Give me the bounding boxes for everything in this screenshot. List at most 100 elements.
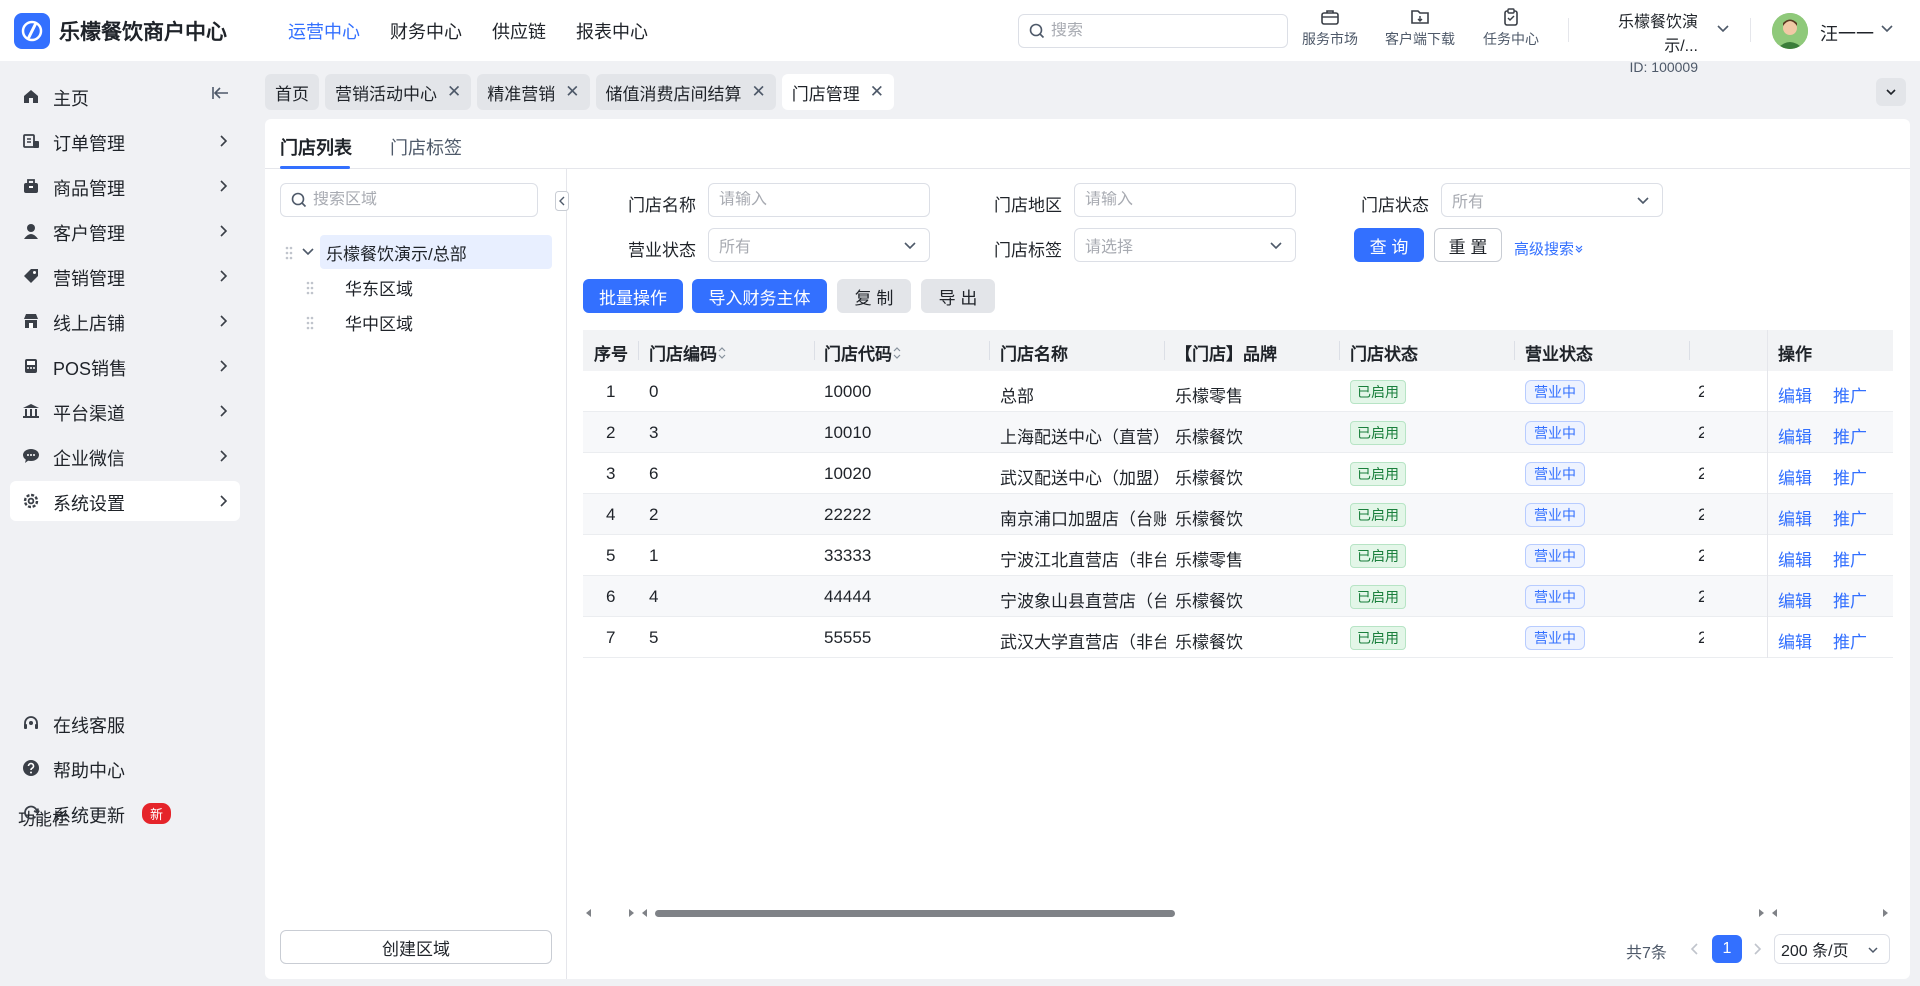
promote-link[interactable]: 推广 <box>1833 382 1867 407</box>
merchant-switcher[interactable]: 乐檬餐饮演示/... ID: 100009 <box>1586 8 1698 75</box>
edit-link[interactable]: 编辑 <box>1778 423 1812 448</box>
drag-handle-icon[interactable] <box>305 315 315 331</box>
tree-node-root[interactable]: 乐檬餐饮演示/总部 <box>320 235 552 269</box>
sidebar-item[interactable]: 客户管理 <box>10 211 240 251</box>
reset-button[interactable]: 重 置 <box>1434 228 1502 262</box>
promote-link[interactable]: 推广 <box>1833 423 1867 448</box>
user-name[interactable]: 汪一一 <box>1820 20 1874 46</box>
page-tab[interactable]: 精准营销 ✕ <box>477 74 590 110</box>
column-header[interactable]: 门店代码 <box>824 340 902 365</box>
business-status-select[interactable]: 所有 <box>708 228 930 262</box>
sidebar-item[interactable]: 线上店铺 <box>10 301 240 341</box>
store-region-field[interactable] <box>1074 183 1296 217</box>
sidebar-item[interactable]: POS销售 <box>10 346 240 386</box>
sidebar-item[interactable]: 订单管理 <box>10 121 240 161</box>
app-logo[interactable]: 乐檬餐饮商户中心 <box>14 12 254 49</box>
topnav-item[interactable]: 供应链 <box>492 18 546 44</box>
drag-handle-icon[interactable] <box>305 280 315 296</box>
edit-link[interactable]: 编辑 <box>1778 628 1812 653</box>
page-tab[interactable]: 营销活动中心 ✕ <box>325 74 472 110</box>
page-tab[interactable]: 首页 <box>265 74 319 110</box>
func-item[interactable]: 系统更新新 <box>10 793 240 833</box>
create-region-button[interactable]: 创建区域 <box>280 930 552 964</box>
tabs-more-button[interactable] <box>1876 78 1906 106</box>
page-number[interactable]: 1 <box>1712 935 1742 963</box>
scroll-thumb[interactable] <box>655 910 1175 917</box>
topnav-item[interactable]: 财务中心 <box>390 18 462 44</box>
store-tag-select[interactable]: 请选择 <box>1074 228 1296 262</box>
tool-service-market[interactable]: 服务市场 <box>1302 8 1358 49</box>
tree-node-east[interactable]: 华东区域 <box>345 270 413 304</box>
edit-link[interactable]: 编辑 <box>1778 546 1812 571</box>
close-icon[interactable]: ✕ <box>447 82 461 102</box>
sidebar-item[interactable]: 商品管理 <box>10 166 240 206</box>
scroll-left-icon[interactable] <box>641 908 649 918</box>
region-search[interactable] <box>280 183 538 217</box>
edit-link[interactable]: 编辑 <box>1778 382 1812 407</box>
tool-task-center[interactable]: 任务中心 <box>1483 8 1539 49</box>
store-status-select[interactable]: 所有 <box>1441 183 1663 217</box>
store-name-field[interactable] <box>708 183 930 217</box>
table-row[interactable]: 7555555武汉大学直营店（非台账）乐檬餐饮已启用营业中2编辑推广 <box>583 617 1893 658</box>
copy-button[interactable]: 复 制 <box>837 279 911 313</box>
promote-link[interactable]: 推广 <box>1833 628 1867 653</box>
sidebar-item[interactable]: 平台渠道 <box>10 391 240 431</box>
promote-link[interactable]: 推广 <box>1833 546 1867 571</box>
edit-link[interactable]: 编辑 <box>1778 464 1812 489</box>
tree-node-central[interactable]: 华中区域 <box>345 305 413 339</box>
sidebar-item[interactable]: 系统设置 <box>10 481 240 521</box>
page-size-select[interactable]: 200 条/页 <box>1774 934 1890 964</box>
edit-link[interactable]: 编辑 <box>1778 587 1812 612</box>
table-row[interactable]: 2 3 10010 上海配送中心（直营） 乐檬餐饮 已启用 营业中 2 编辑 推广 <box>583 412 1893 453</box>
func-item[interactable]: 在线客服 <box>10 703 240 743</box>
scroll-left-icon[interactable] <box>1771 908 1779 918</box>
close-icon[interactable]: ✕ <box>752 82 766 102</box>
topnav-item[interactable]: 运营中心 <box>288 18 360 44</box>
export-button[interactable]: 导 出 <box>921 279 995 313</box>
scroll-right-icon[interactable] <box>1757 908 1765 918</box>
drag-handle-icon[interactable] <box>284 245 294 261</box>
scroll-right-icon[interactable] <box>627 908 635 918</box>
table-row[interactable]: 6444444宁波象山县直营店（台账）乐檬餐饮已启用营业中2编辑推广 <box>583 576 1893 617</box>
edit-link[interactable]: 编辑 <box>1778 505 1812 530</box>
tool-client-download[interactable]: 客户端下载 <box>1385 8 1455 49</box>
store-region-input[interactable] <box>1085 191 1275 209</box>
table-horizontal-scrollbar[interactable] <box>583 907 1893 919</box>
advanced-search-link[interactable]: 高级搜索 <box>1514 238 1584 259</box>
region-search-input[interactable] <box>313 191 523 209</box>
scroll-right-icon[interactable] <box>1881 908 1889 918</box>
batch-operation-button[interactable]: 批量操作 <box>583 279 683 313</box>
collapse-tree-icon[interactable] <box>555 191 569 211</box>
chevron-down-icon[interactable] <box>1716 22 1730 36</box>
global-search[interactable] <box>1018 14 1288 48</box>
sidebar-item[interactable]: 营销管理 <box>10 256 240 296</box>
store-name-input[interactable] <box>719 191 909 209</box>
tab-store-tags[interactable]: 门店标签 <box>390 134 462 160</box>
next-page-icon[interactable] <box>1752 942 1762 956</box>
sidebar-item[interactable]: 主页 <box>10 76 240 116</box>
page-tab[interactable]: 储值消费店间结算 ✕ <box>595 74 776 110</box>
query-button[interactable]: 查 询 <box>1354 228 1424 262</box>
promote-link[interactable]: 推广 <box>1833 464 1867 489</box>
scroll-left-icon[interactable] <box>585 908 593 918</box>
promote-link[interactable]: 推广 <box>1833 587 1867 612</box>
avatar[interactable] <box>1772 13 1808 49</box>
tab-store-list[interactable]: 门店列表 <box>280 134 352 160</box>
table-row[interactable]: 4222222南京浦口加盟店（台账）乐檬餐饮已启用营业中2编辑推广 <box>583 494 1893 535</box>
import-finance-button[interactable]: 导入财务主体 <box>692 279 827 313</box>
topnav-item[interactable]: 报表中心 <box>576 18 648 44</box>
page-tab[interactable]: 门店管理 ✕ <box>781 74 894 110</box>
table-row[interactable]: 1 0 10000 总部 乐檬零售 已启用 营业中 2 编辑 推广 <box>583 371 1893 412</box>
close-icon[interactable]: ✕ <box>870 82 884 102</box>
chevron-down-icon[interactable] <box>1880 22 1894 36</box>
close-icon[interactable]: ✕ <box>565 82 579 102</box>
column-header[interactable]: 门店编码 <box>649 340 727 365</box>
chevron-down-icon[interactable] <box>301 246 315 258</box>
global-search-input[interactable] <box>1051 22 1271 40</box>
promote-link[interactable]: 推广 <box>1833 505 1867 530</box>
func-item[interactable]: 帮助中心 <box>10 748 240 788</box>
sidebar-item[interactable]: 企业微信 <box>10 436 240 476</box>
table-row[interactable]: 3 6 10020 武汉配送中心（加盟） 乐檬餐饮 已启用 营业中 2 编辑 推广 <box>583 453 1893 494</box>
table-row[interactable]: 5 1 33333 宁波江北直营店（非台账） 乐檬零售 已启用 营业中 2 编辑推广 <box>583 535 1893 576</box>
prev-page-icon[interactable] <box>1690 942 1700 956</box>
